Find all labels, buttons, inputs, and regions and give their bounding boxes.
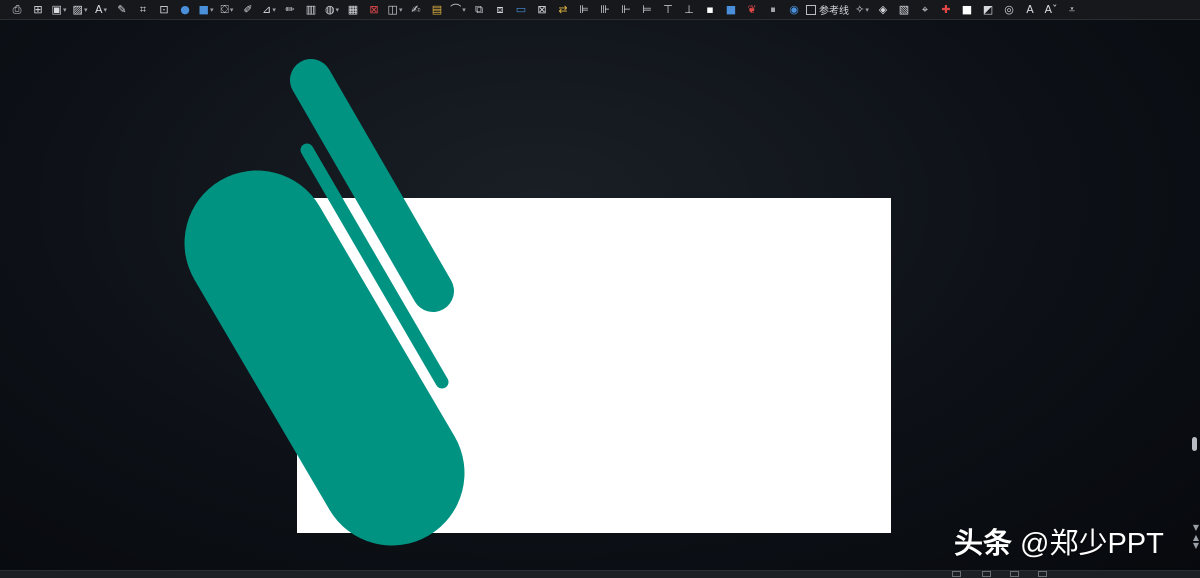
checkbox-box[interactable] — [806, 4, 816, 15]
brush-icon[interactable]: ❦ — [743, 2, 761, 18]
small-square-icon[interactable]: ▪ — [701, 2, 719, 18]
scroll-down-icon[interactable]: ▼ — [1193, 524, 1199, 532]
chart-icon[interactable]: ▥ — [302, 2, 320, 18]
align-center-icon[interactable]: ⊞ — [29, 2, 47, 18]
status-bar — [0, 570, 1200, 578]
replace-image-icon[interactable]: ⇄ — [554, 2, 572, 18]
vertical-scrollbar[interactable]: ▼ ▲ ▼ — [1190, 21, 1200, 571]
watermark: 头条 @郑少PPT — [954, 524, 1164, 564]
pencil-icon[interactable]: ✏ — [281, 2, 299, 18]
fill-color-icon[interactable]: ■ — [197, 2, 215, 18]
toolbar-left-group: ⎙⊞▣▨A✎⌗⊡●■⛋✐⊿✏▥◍▦⊠◫✍▤⌒⧉⧈▭⊠⇄⊫⊪⊩⊨⊤⊥▪■❦⏸◉ — [8, 2, 806, 18]
toolbar-right-group: ✧◈▧⌖✚■◩◎AAˇ⩡ — [853, 2, 1084, 18]
globe-icon[interactable]: ◉ — [785, 2, 803, 18]
guides-checkbox[interactable]: 参考线 — [806, 2, 849, 18]
white-square-icon[interactable]: ■ — [958, 2, 976, 18]
placeholder-icon[interactable]: ⊠ — [533, 2, 551, 18]
pen-icon[interactable]: ✎ — [113, 2, 131, 18]
crop-icon[interactable]: ⌗ — [134, 2, 152, 18]
guides-label: 参考线 — [819, 6, 849, 17]
note-icon[interactable]: ▤ — [428, 2, 446, 18]
shape-icon[interactable]: ◫ — [386, 2, 404, 18]
watermark-handle: @郑少PPT — [1020, 528, 1164, 560]
print-icon[interactable]: ⎙ — [8, 2, 26, 18]
star-icon[interactable]: ✧ — [853, 2, 871, 18]
align-middle-icon[interactable]: ⊩ — [617, 2, 635, 18]
slideshow-icon[interactable] — [1038, 571, 1047, 577]
format-painter-icon[interactable]: ✍ — [407, 2, 425, 18]
merge-shapes-icon[interactable]: ◎ — [1000, 2, 1018, 18]
crop-fit-icon[interactable]: ⊡ — [155, 2, 173, 18]
distribute-h-icon[interactable]: ⊨ — [638, 2, 656, 18]
normal-view-icon[interactable] — [952, 571, 961, 577]
align-bottom-icon[interactable]: ⊥ — [680, 2, 698, 18]
align-right-icon[interactable]: ⊪ — [596, 2, 614, 18]
blue-square-icon[interactable]: ■ — [722, 2, 740, 18]
frame-icon[interactable]: ▣ — [50, 2, 68, 18]
editing-canvas[interactable] — [0, 21, 1200, 571]
crop-marks-icon[interactable]: ⌖ — [916, 2, 934, 18]
send-backward-icon[interactable]: ⧈ — [491, 2, 509, 18]
reading-view-icon[interactable] — [1010, 571, 1019, 577]
scroll-thumb[interactable] — [1192, 437, 1197, 451]
font-increase-icon[interactable]: A — [1021, 2, 1039, 18]
pause-icon[interactable]: ⏸ — [764, 2, 782, 18]
blue-circle-icon[interactable]: ● — [176, 2, 194, 18]
red-cross-icon[interactable]: ✚ — [937, 2, 955, 18]
font-color-icon[interactable]: A — [92, 2, 110, 18]
shadow-square-icon[interactable]: ◩ — [979, 2, 997, 18]
fill-bucket-icon[interactable]: ⛋ — [218, 2, 236, 18]
image-icon[interactable]: ▭ — [512, 2, 530, 18]
outline-icon[interactable]: ⊿ — [260, 2, 278, 18]
slide-drawing — [184, 59, 891, 546]
table-icon[interactable]: ▦ — [344, 2, 362, 18]
watermark-source: 头条 — [954, 528, 1013, 560]
bring-forward-icon[interactable]: ⧉ — [470, 2, 488, 18]
diamond-icon[interactable]: ◈ — [874, 2, 892, 18]
font-decrease-icon[interactable]: Aˇ — [1042, 2, 1060, 18]
next-page-icon[interactable]: ▼ — [1193, 542, 1199, 550]
slide-sorter-icon[interactable] — [982, 571, 991, 577]
freeform-icon[interactable]: ⌒ — [449, 2, 467, 18]
pdf-icon[interactable]: ⊠ — [365, 2, 383, 18]
shapes-icon[interactable]: ◍ — [323, 2, 341, 18]
image-adjust-icon[interactable]: ▧ — [895, 2, 913, 18]
picture-icon[interactable]: ▨ — [71, 2, 89, 18]
align-left-icon[interactable]: ⊫ — [575, 2, 593, 18]
ribbon-toolbar: ⎙⊞▣▨A✎⌗⊡●■⛋✐⊿✏▥◍▦⊠◫✍▤⌒⧉⧈▭⊠⇄⊫⊪⊩⊨⊤⊥▪■❦⏸◉ 参… — [0, 0, 1200, 20]
more-icon[interactable]: ⩡ — [1063, 2, 1081, 18]
eyedropper-icon[interactable]: ✐ — [239, 2, 257, 18]
align-top-icon[interactable]: ⊤ — [659, 2, 677, 18]
